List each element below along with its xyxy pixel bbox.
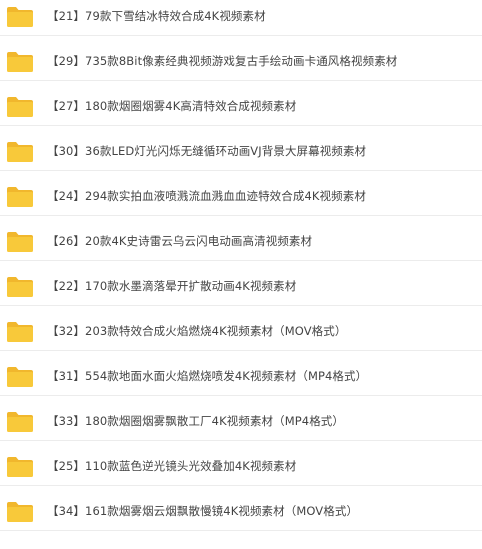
folder-row[interactable]: 【29】735款8Bit像素经典视频游戏复古手绘动画卡通风格视频素材 [0, 36, 482, 81]
folder-icon [7, 502, 33, 522]
folder-name: 【26】20款4K史诗雷云乌云闪电动画高清视频素材 [47, 234, 313, 248]
folder-icon [7, 412, 33, 432]
folder-name: 【22】170款水墨滴落晕开扩散动画4K视频素材 [47, 279, 297, 293]
file-list: 【21】79款下雪结冰特效合成4K视频素材【29】735款8Bit像素经典视频游… [0, 0, 482, 531]
folder-row[interactable]: 【32】203款特效合成火焰燃烧4K视频素材（MOV格式） [0, 306, 482, 351]
folder-name: 【24】294款实拍血液喷溅流血溅血血迹特效合成4K视频素材 [47, 189, 366, 203]
folder-icon [7, 7, 33, 27]
folder-row[interactable]: 【26】20款4K史诗雷云乌云闪电动画高清视频素材 [0, 216, 482, 261]
folder-row[interactable]: 【34】161款烟雾烟云烟飘散慢镜4K视频素材（MOV格式） [0, 486, 482, 531]
folder-icon [7, 367, 33, 387]
folder-row[interactable]: 【22】170款水墨滴落晕开扩散动画4K视频素材 [0, 261, 482, 306]
folder-row[interactable]: 【33】180款烟圈烟雾飘散工厂4K视频素材（MP4格式） [0, 396, 482, 441]
folder-icon [7, 52, 33, 72]
folder-name: 【30】36款LED灯光闪烁无缝循环动画VJ背景大屏幕视频素材 [47, 144, 367, 158]
folder-name: 【27】180款烟圈烟雾4K高清特效合成视频素材 [47, 99, 297, 113]
folder-icon [7, 277, 33, 297]
folder-row[interactable]: 【25】110款蓝色逆光镜头光效叠加4K视频素材 [0, 441, 482, 486]
folder-row[interactable]: 【24】294款实拍血液喷溅流血溅血血迹特效合成4K视频素材 [0, 171, 482, 216]
folder-name: 【32】203款特效合成火焰燃烧4K视频素材（MOV格式） [47, 324, 347, 338]
folder-icon [7, 322, 33, 342]
folder-name: 【31】554款地面水面火焰燃烧喷发4K视频素材（MP4格式） [47, 369, 368, 383]
folder-name: 【29】735款8Bit像素经典视频游戏复古手绘动画卡通风格视频素材 [47, 54, 398, 68]
folder-name: 【33】180款烟圈烟雾飘散工厂4K视频素材（MP4格式） [47, 414, 345, 428]
folder-row[interactable]: 【30】36款LED灯光闪烁无缝循环动画VJ背景大屏幕视频素材 [0, 126, 482, 171]
folder-row[interactable]: 【31】554款地面水面火焰燃烧喷发4K视频素材（MP4格式） [0, 351, 482, 396]
folder-name: 【21】79款下雪结冰特效合成4K视频素材 [47, 9, 266, 23]
folder-icon [7, 232, 33, 252]
folder-icon [7, 97, 33, 117]
folder-icon [7, 187, 33, 207]
folder-name: 【25】110款蓝色逆光镜头光效叠加4K视频素材 [47, 459, 297, 473]
folder-row[interactable]: 【27】180款烟圈烟雾4K高清特效合成视频素材 [0, 81, 482, 126]
folder-name: 【34】161款烟雾烟云烟飘散慢镜4K视频素材（MOV格式） [47, 504, 359, 518]
folder-row[interactable]: 【21】79款下雪结冰特效合成4K视频素材 [0, 0, 482, 36]
folder-icon [7, 457, 33, 477]
folder-icon [7, 142, 33, 162]
